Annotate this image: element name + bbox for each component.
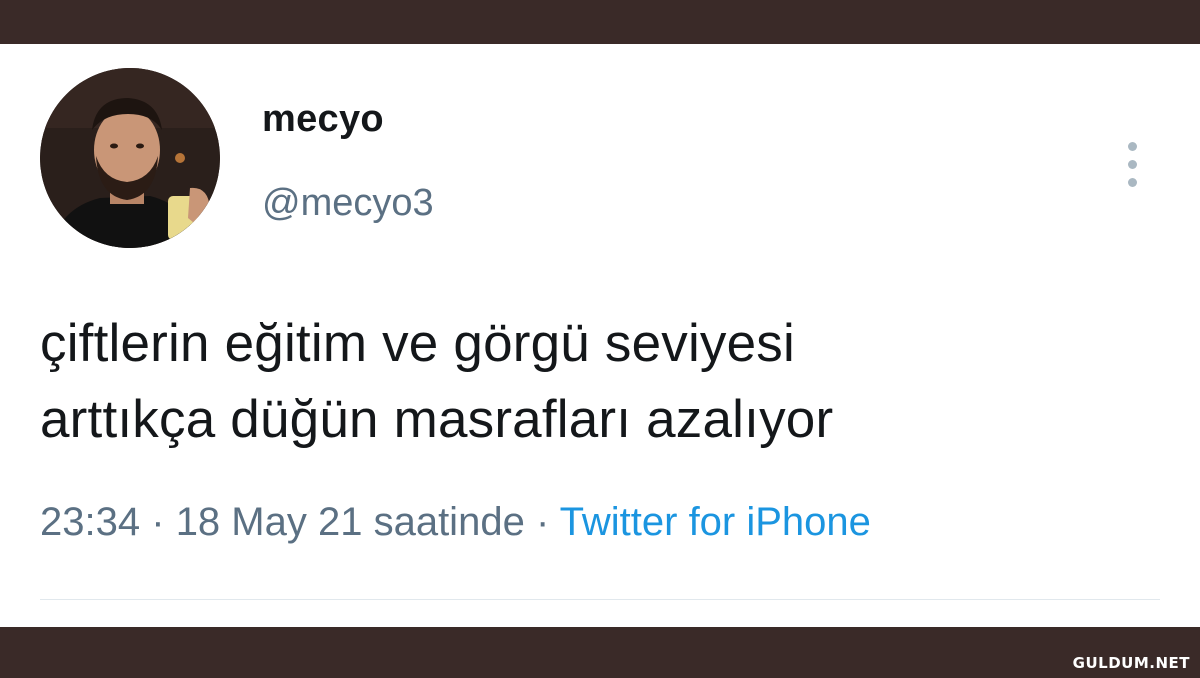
tweet-date[interactable]: 18 May 21 saatinde <box>176 500 525 544</box>
bottom-border: GULDUM.NET <box>0 627 1200 678</box>
display-name[interactable]: mecyo <box>262 98 384 141</box>
top-border <box>0 0 1200 44</box>
tweet-card: mecyo @mecyo3 çiftlerin eğitim ve görgü … <box>0 44 1200 627</box>
vertical-ellipsis-icon <box>1128 142 1137 151</box>
tweet-text: çiftlerin eğitim ve görgü seviyesi arttı… <box>40 306 1160 458</box>
more-options-button[interactable] <box>1118 140 1148 190</box>
vertical-ellipsis-icon <box>1128 178 1137 187</box>
tweet-source-link[interactable]: Twitter for iPhone <box>560 500 871 544</box>
tweet-text-line: çiftlerin eğitim ve görgü seviyesi <box>40 314 795 373</box>
avatar-photo-icon <box>40 68 220 248</box>
meta-separator: · <box>535 500 550 544</box>
tweet-text-line: arttıkça düğün masrafları azalıyor <box>40 390 834 449</box>
meta-separator: · <box>151 500 165 544</box>
tweet-time[interactable]: 23:34 <box>40 500 140 544</box>
site-watermark: GULDUM.NET <box>1072 654 1190 672</box>
vertical-ellipsis-icon <box>1128 160 1137 169</box>
divider <box>40 599 1160 600</box>
screenshot-frame: mecyo @mecyo3 çiftlerin eğitim ve görgü … <box>0 0 1200 678</box>
tweet-meta: 23:34 · 18 May 21 saatinde · Twitter for… <box>40 500 871 545</box>
user-avatar[interactable] <box>40 68 220 248</box>
user-handle[interactable]: @mecyo3 <box>262 182 434 225</box>
